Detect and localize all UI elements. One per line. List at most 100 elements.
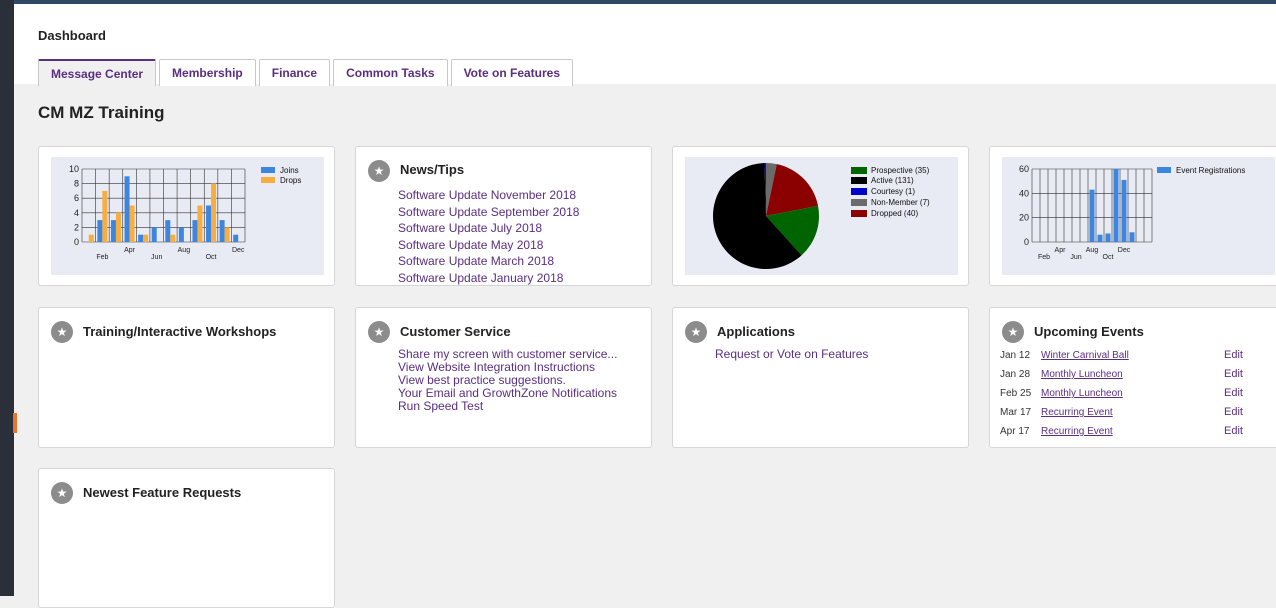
- event-name-link[interactable]: Monthly Luncheon: [1041, 369, 1123, 380]
- bar-event-registrations: [1113, 169, 1119, 242]
- tab-common-tasks[interactable]: Common Tasks: [333, 59, 448, 86]
- bar-drops: [211, 183, 217, 242]
- x-tick-label: Dec: [232, 247, 245, 254]
- tab-vote-on-features[interactable]: Vote on Features: [450, 59, 574, 86]
- pie-legend-item: Non-Member (7): [851, 198, 930, 207]
- event-row: Feb 25 Monthly Luncheon Edit: [1000, 386, 1276, 405]
- joins-drops-card: 0 2 4 6 8 10 Feb Apr Jun Aug Oct Dec Joins Drops: [38, 146, 335, 286]
- event-row: Mar 17 Recurring Event Edit: [1000, 405, 1276, 424]
- event-date: Jan 12: [1000, 350, 1031, 361]
- bar-drops: [170, 234, 176, 242]
- news-link[interactable]: Software Update July 2018: [398, 220, 579, 237]
- event-name-link[interactable]: Monthly Luncheon: [1041, 388, 1123, 399]
- swatch-non-member: [851, 199, 867, 207]
- request-vote-features-link[interactable]: Request or Vote on Features: [715, 348, 868, 361]
- y-tick-label: 10: [69, 164, 79, 174]
- pie-legend-item: Dropped (40): [851, 209, 918, 218]
- bar-joins: [219, 220, 225, 242]
- applications-list: Request or Vote on Features: [715, 348, 868, 361]
- header: Dashboard Message Center Membership Fina…: [14, 4, 1276, 86]
- upcoming-events-card: ★ Upcoming Events Jan 12 Winter Carnival…: [989, 307, 1276, 448]
- x-tick-label: Aug: [1086, 247, 1099, 254]
- left-rail: [0, 0, 17, 596]
- tab-message-center[interactable]: Message Center: [38, 59, 157, 86]
- bar-joins: [138, 234, 144, 242]
- bar-joins: [110, 220, 116, 242]
- legend-swatch: [261, 167, 275, 173]
- news-link[interactable]: Software Update November 2018: [398, 187, 579, 204]
- news-link[interactable]: Software Update March 2018: [398, 253, 579, 270]
- news-tips-card: ★ News/Tips Software Update November 201…: [355, 146, 652, 286]
- rail-marker: [13, 413, 17, 433]
- x-tick-label: Feb: [96, 254, 108, 261]
- x-tick-label: Apr: [124, 247, 136, 254]
- tab-membership[interactable]: Membership: [159, 59, 256, 86]
- bar-drops: [197, 205, 203, 242]
- x-tick-label: Jun: [1070, 254, 1081, 261]
- bar-drops: [129, 205, 135, 242]
- tab-finance[interactable]: Finance: [258, 59, 331, 86]
- event-date: Apr 17: [1000, 426, 1030, 437]
- upcoming-events-title: Upcoming Events: [1034, 324, 1144, 339]
- training-title: Training/Interactive Workshops: [83, 324, 277, 339]
- applications-title: Applications: [717, 324, 796, 339]
- page-title: Dashboard: [38, 28, 106, 43]
- bar-drops: [224, 227, 230, 242]
- tab-bar: Message Center Membership Finance Common…: [38, 59, 574, 86]
- event-name-link[interactable]: Winter Carnival Ball: [1041, 350, 1129, 361]
- x-tick-label: Oct: [206, 254, 217, 261]
- bar-event-registrations: [1097, 234, 1103, 242]
- swatch-active: [851, 177, 867, 185]
- bar-joins: [165, 220, 171, 242]
- star-icon: ★: [368, 160, 390, 182]
- swatch-prospective: [851, 167, 867, 175]
- events-list: Jan 12 Winter Carnival Ball Edit Jan 28 …: [1000, 348, 1276, 443]
- bar-event-registrations: [1105, 233, 1111, 242]
- legend-label: Event Registrations: [1176, 166, 1245, 175]
- event-date: Feb 25: [1000, 388, 1032, 399]
- bar-drops: [88, 234, 94, 242]
- bar-drops: [115, 212, 121, 242]
- event-name-link[interactable]: Recurring Event: [1041, 426, 1113, 437]
- news-link[interactable]: Software Update January 2018: [398, 270, 579, 287]
- news-link[interactable]: Software Update May 2018: [398, 237, 579, 254]
- event-name-link[interactable]: Recurring Event: [1041, 407, 1113, 418]
- pie-legend-item: Prospective (35): [851, 166, 929, 175]
- pie-legend-item: Active (131): [851, 176, 914, 185]
- bar-drops: [102, 190, 108, 242]
- x-tick-label: Apr: [1055, 247, 1067, 254]
- bar-joins: [178, 227, 184, 242]
- y-tick-label: 6: [74, 193, 79, 203]
- event-edit-link[interactable]: Edit: [1224, 406, 1243, 418]
- x-tick-label: Dec: [1118, 247, 1131, 254]
- event-edit-link[interactable]: Edit: [1224, 368, 1243, 380]
- star-icon: ★: [51, 321, 73, 343]
- y-tick-label: 0: [1024, 237, 1029, 247]
- legend-swatch: [1157, 167, 1171, 173]
- x-tick-label: Aug: [178, 247, 191, 254]
- x-tick-label: Jun: [151, 254, 162, 261]
- customer-service-card: ★ Customer Service Share my screen with …: [355, 307, 652, 448]
- customer-service-list: Share my screen with customer service...…: [398, 348, 617, 413]
- applications-card: ★ Applications Request or Vote on Featur…: [672, 307, 969, 448]
- star-icon: ★: [368, 321, 390, 343]
- membership-pie-card: Prospective (35) Active (131) Courtesy (…: [672, 146, 969, 286]
- y-tick-label: 40: [1019, 188, 1029, 198]
- event-edit-link[interactable]: Edit: [1224, 425, 1243, 437]
- bar-joins: [233, 234, 239, 242]
- bar-joins: [124, 176, 130, 242]
- star-icon: ★: [51, 482, 73, 504]
- pie-legend-item: Courtesy (1): [851, 187, 915, 196]
- news-link[interactable]: Software Update September 2018: [398, 204, 579, 221]
- y-tick-label: 2: [74, 222, 79, 232]
- event-edit-link[interactable]: Edit: [1224, 387, 1243, 399]
- cs-link-speed-test[interactable]: Run Speed Test: [398, 400, 617, 413]
- customer-service-title: Customer Service: [400, 324, 511, 339]
- y-tick-label: 4: [74, 208, 79, 218]
- y-tick-label: 0: [74, 237, 79, 247]
- event-edit-link[interactable]: Edit: [1224, 349, 1243, 361]
- y-tick-label: 8: [74, 179, 79, 189]
- event-row: Apr 17 Recurring Event Edit: [1000, 424, 1276, 443]
- news-tips-title: News/Tips: [400, 162, 465, 177]
- x-tick-label: Oct: [1103, 254, 1114, 261]
